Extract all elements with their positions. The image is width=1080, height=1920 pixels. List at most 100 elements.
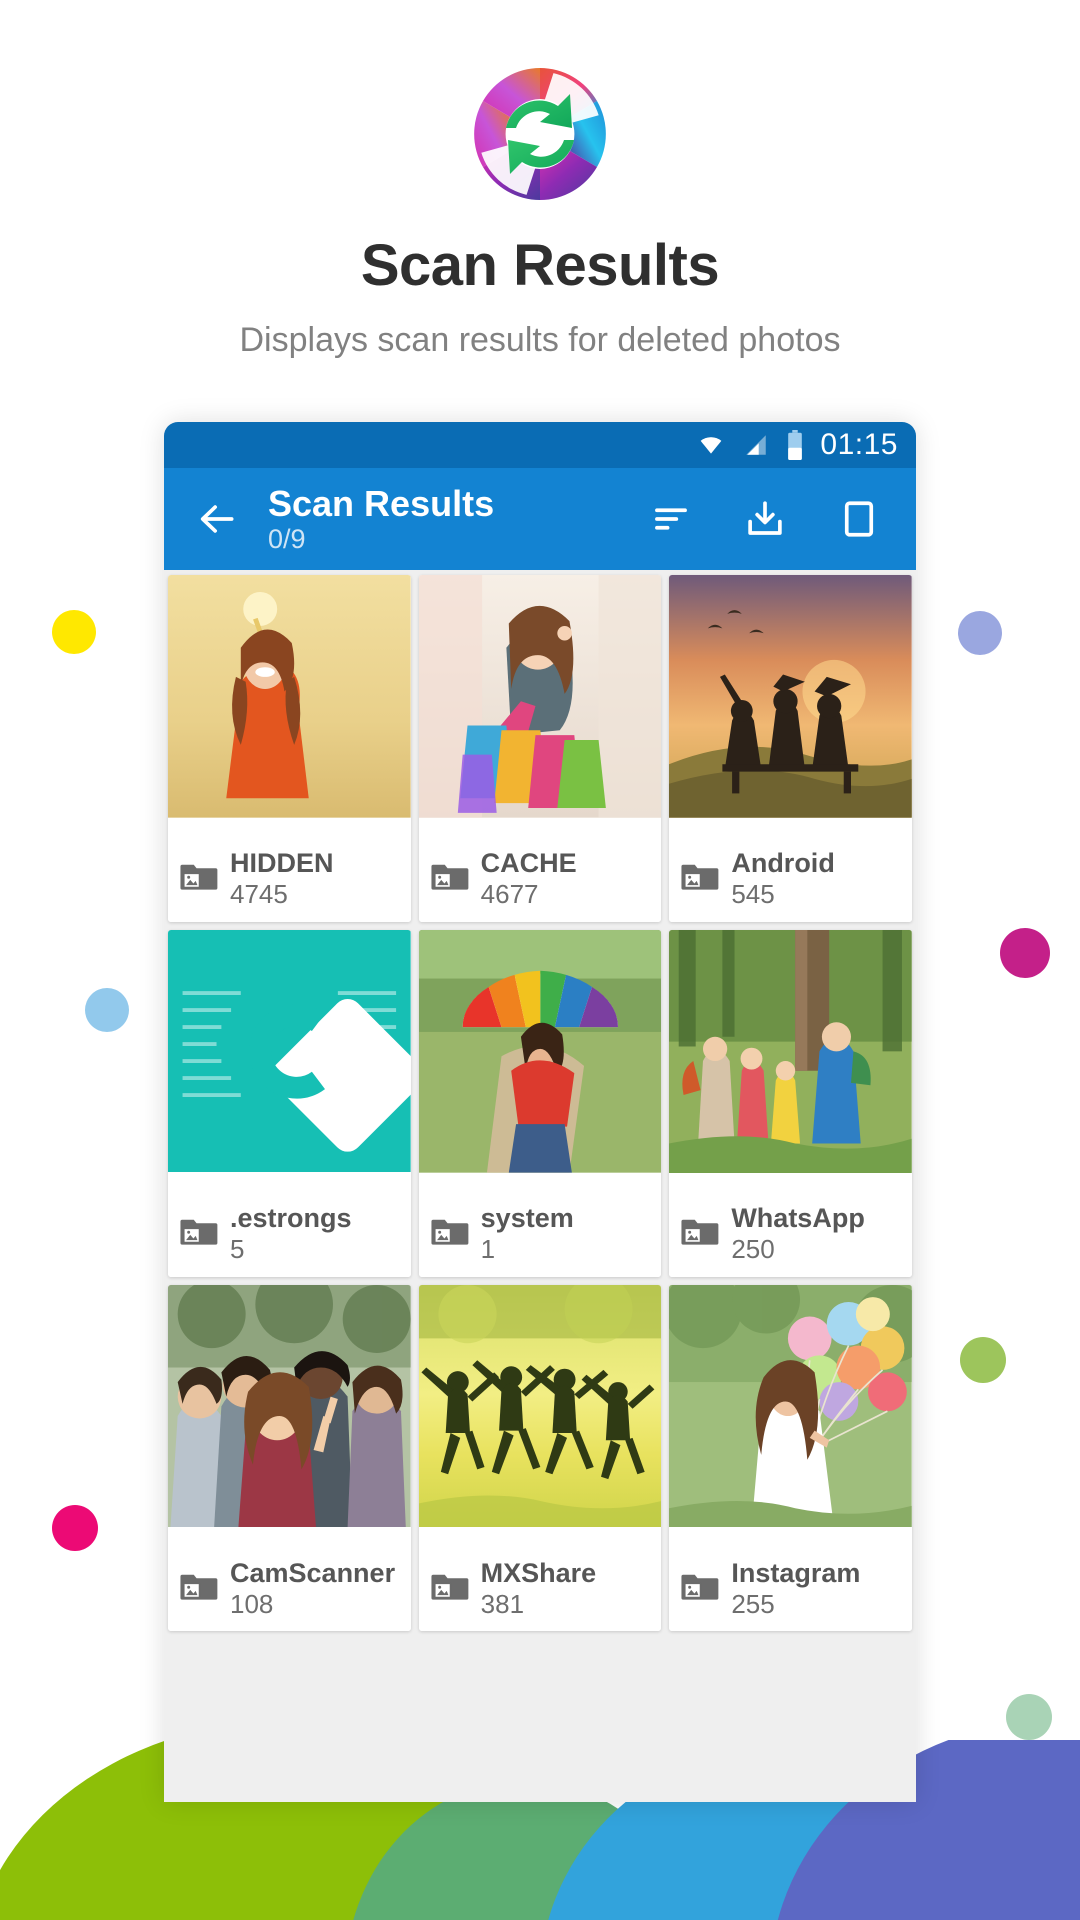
card-texts: HIDDEN 4745 [230, 848, 334, 909]
card-info: .estrongs 5 [168, 1191, 411, 1277]
folder-image-icon [180, 864, 218, 890]
select-all-button[interactable] [834, 494, 884, 544]
folder-image-icon [681, 864, 719, 890]
app-bar: Scan Results 0/9 [164, 468, 916, 570]
scan-result-card[interactable]: system 1 [418, 929, 662, 1277]
folder-image-icon-wrap [429, 855, 471, 902]
photo-count: 250 [731, 1234, 775, 1265]
scan-result-card[interactable]: HIDDEN 4745 [168, 575, 411, 922]
phone-mockup: 01:15 Scan Results 0/9 HIDDEN 4745 CACHE… [164, 422, 916, 1802]
restore-download-button[interactable] [740, 494, 790, 544]
folder-image-icon-wrap [429, 1565, 471, 1612]
photo-count: 1 [480, 1234, 496, 1265]
app-bar-titles: Scan Results 0/9 [268, 485, 646, 553]
photo-count: 545 [731, 879, 775, 910]
back-arrow-icon [200, 505, 234, 533]
dot-periwinkle [958, 611, 1002, 655]
thumbnail-woman-with-sparkler[interactable] [168, 575, 411, 837]
recycle-refresh-logo-icon [474, 68, 606, 200]
app-bar-actions [646, 494, 892, 544]
photo-count: 108 [230, 1588, 274, 1619]
cell-signal-icon [746, 435, 767, 455]
thumbnail-family-hiking-forest[interactable] [669, 929, 912, 1192]
scan-result-card[interactable]: Android 545 [669, 575, 912, 922]
back-button[interactable] [186, 488, 248, 550]
dot-pink [52, 1505, 98, 1551]
status-bar: 01:15 [164, 422, 916, 468]
folder-name: HIDDEN [230, 848, 334, 878]
select-all-icon [844, 501, 874, 537]
folder-image-icon-wrap [679, 1210, 721, 1257]
folder-image-icon-wrap [178, 1210, 220, 1257]
scan-result-card[interactable]: CACHE 4677 [418, 575, 662, 922]
folder-name: .estrongs [230, 1202, 352, 1233]
dot-seafoam [1006, 1694, 1052, 1740]
folder-image-icon [681, 1574, 719, 1600]
app-bar-selection-count: 0/9 [268, 523, 306, 554]
app-logo [468, 62, 612, 206]
scan-results-grid: HIDDEN 4745 CACHE 4677 Android 545 .estr… [164, 570, 916, 1632]
page-title: Scan Results [360, 233, 720, 298]
card-texts: .estrongs 5 [230, 1203, 352, 1264]
photo-count: 381 [480, 1588, 525, 1619]
photo-count: 5 [230, 1234, 245, 1265]
folder-name: WhatsApp [731, 1202, 865, 1233]
folder-image-icon [681, 1219, 719, 1245]
battery-icon [788, 430, 803, 460]
card-info: CACHE 4677 [418, 837, 662, 922]
card-texts: CACHE 4677 [481, 848, 577, 909]
thumbnail-camscanner-logo-teal[interactable] [168, 929, 411, 1192]
folder-image-icon-wrap [178, 1565, 220, 1612]
app-bar-title: Scan Results [268, 483, 495, 525]
card-info: HIDDEN 4745 [168, 837, 411, 922]
photo-count: 4745 [230, 879, 288, 910]
card-info: CamScanner 108 [168, 1546, 411, 1632]
folder-image-icon-wrap [679, 1565, 721, 1612]
dot-lightblue [85, 988, 129, 1032]
card-texts: WhatsApp 250 [731, 1203, 864, 1264]
sort-icon [655, 508, 687, 530]
folder-name: CACHE [480, 848, 577, 878]
sort-button[interactable] [646, 494, 696, 544]
scan-result-card[interactable]: WhatsApp 250 [669, 929, 912, 1277]
folder-image-icon-wrap [429, 1210, 471, 1257]
scan-result-card[interactable]: Instagram 255 [669, 1284, 912, 1632]
thumbnail-woman-with-shopping-bags[interactable] [418, 575, 662, 837]
dot-limegreen [960, 1337, 1006, 1383]
wifi-icon [701, 437, 722, 454]
thumbnail-woman-rainbow-umbrella[interactable] [418, 929, 662, 1192]
dot-yellow [52, 610, 96, 654]
scan-result-card[interactable]: MXShare 381 [418, 1284, 662, 1632]
folder-name: Android [731, 848, 835, 878]
scan-result-card[interactable]: .estrongs 5 [168, 929, 411, 1277]
dot-magenta [1000, 928, 1050, 978]
card-info: Android 545 [669, 837, 912, 922]
folder-image-icon [180, 1574, 218, 1600]
thumbnail-kids-on-bench-sunset[interactable] [669, 575, 912, 837]
card-info: WhatsApp 250 [669, 1191, 912, 1277]
card-texts: CamScanner 108 [230, 1558, 395, 1619]
folder-name: Instagram [731, 1557, 861, 1588]
thumbnail-friends-jumping-field[interactable] [418, 1284, 662, 1547]
card-texts: system 1 [481, 1203, 574, 1264]
download-icon [748, 501, 782, 535]
card-texts: MXShare 381 [481, 1558, 597, 1619]
folder-image-icon-wrap [178, 855, 220, 902]
folder-image-icon [431, 864, 469, 890]
card-texts: Android 545 [731, 848, 834, 909]
thumbnail-group-selfie-friends[interactable] [168, 1284, 411, 1547]
folder-image-icon [431, 1219, 469, 1245]
card-info: system 1 [418, 1191, 662, 1277]
folder-image-icon [180, 1219, 218, 1245]
scan-result-card[interactable]: CamScanner 108 [168, 1284, 411, 1632]
folder-name: system [480, 1202, 574, 1233]
card-info: MXShare 381 [418, 1546, 662, 1632]
thumbnail-girl-with-balloons[interactable] [669, 1284, 912, 1547]
folder-image-icon-wrap [679, 855, 721, 902]
card-texts: Instagram 255 [731, 1558, 860, 1619]
folder-name: MXShare [480, 1557, 597, 1588]
photo-count: 255 [731, 1588, 775, 1619]
page-subtitle: Displays scan results for deleted photos [239, 321, 841, 359]
photo-count: 4677 [480, 879, 539, 910]
card-info: Instagram 255 [669, 1546, 912, 1632]
